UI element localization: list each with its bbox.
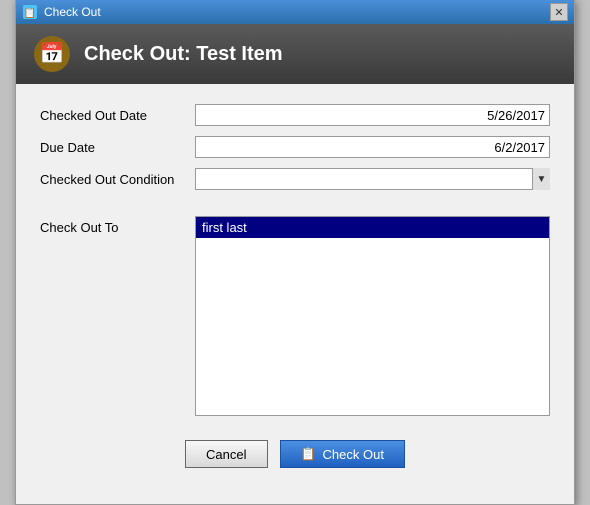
checkout-icon: 📋 (301, 446, 317, 462)
checked-out-condition-wrapper: Good Fair Poor ▼ (195, 168, 550, 190)
checked-out-condition-row: Checked Out Condition Good Fair Poor ▼ (40, 168, 550, 190)
header-icon: 📅 (32, 34, 72, 74)
check-out-to-section: Check Out To first last (40, 216, 550, 416)
due-date-label: Due Date (40, 140, 195, 155)
form-area: Checked Out Date Due Date Checked Out Co… (16, 84, 574, 504)
check-out-window: 📋 Check Out ✕ 📅 Check Out: Test Item Che… (15, 0, 575, 505)
header-title: Check Out: Test Item (84, 43, 283, 66)
due-date-input[interactable] (195, 136, 550, 158)
svg-text:📋: 📋 (24, 6, 36, 19)
title-bar: 📋 Check Out ✕ (16, 0, 574, 24)
title-bar-title: Check Out (44, 5, 101, 19)
button-row: Cancel 📋 Check Out (40, 432, 550, 484)
title-bar-left: 📋 Check Out (22, 4, 101, 20)
check-out-to-label: Check Out To (40, 216, 195, 416)
due-date-row: Due Date (40, 136, 550, 158)
checked-out-condition-select[interactable]: Good Fair Poor (195, 168, 550, 190)
checkout-button[interactable]: 📋 Check Out (280, 440, 405, 468)
close-button[interactable]: ✕ (550, 3, 568, 21)
check-out-to-list[interactable]: first last (195, 216, 550, 416)
list-item[interactable]: first last (196, 217, 549, 238)
checked-out-condition-label: Checked Out Condition (40, 172, 195, 187)
checked-out-date-label: Checked Out Date (40, 108, 195, 123)
svg-text:📅: 📅 (40, 41, 65, 65)
window-icon: 📋 (22, 4, 38, 20)
checked-out-date-input[interactable] (195, 104, 550, 126)
header-bar: 📅 Check Out: Test Item (16, 24, 574, 84)
checked-out-date-row: Checked Out Date (40, 104, 550, 126)
cancel-button[interactable]: Cancel (185, 440, 267, 468)
